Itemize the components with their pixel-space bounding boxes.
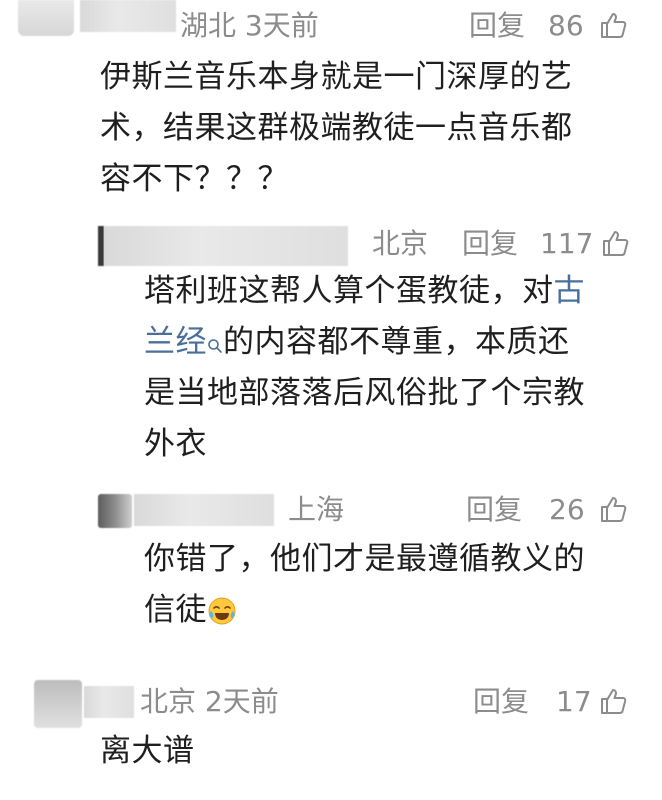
face-with-tears-of-joy-emoji [207, 591, 237, 625]
keyword-link[interactable]: 古 [554, 273, 586, 309]
username-redacted[interactable] [104, 226, 348, 266]
like-count: 26 [549, 493, 585, 526]
username-redacted[interactable] [84, 686, 134, 718]
keyword-link[interactable]: 兰经 [144, 324, 207, 360]
comment-location-time: 北京 2天前 [140, 685, 279, 718]
reply-button[interactable]: 回复 [466, 496, 522, 524]
like-count: 86 [548, 9, 584, 42]
reply-button[interactable]: 回复 [469, 12, 525, 40]
search-icon[interactable] [207, 319, 223, 353]
comment-list: 湖北 3天前 回复 86 伊斯兰音乐本身就是一门深厚的艺 术，结果这群极端教徒一… [0, 0, 662, 800]
thumbs-up-icon[interactable] [598, 494, 628, 524]
reply-button[interactable]: 回复 [462, 230, 518, 258]
comment-location: 上海 [288, 493, 345, 526]
avatar[interactable] [34, 680, 82, 728]
like-count: 17 [556, 685, 592, 718]
username-redacted[interactable] [80, 0, 176, 32]
thumbs-up-icon[interactable] [598, 10, 628, 40]
comment-location-time: 湖北 3天前 [180, 9, 319, 42]
comment-body: 伊斯兰音乐本身就是一门深厚的艺 术，结果这群极端教徒一点音乐都 容不下？？？ [100, 59, 573, 197]
thumbs-up-icon[interactable] [598, 686, 628, 716]
comment-body: 你错了，他们才是最遵循教义的 信徒 [144, 541, 585, 628]
avatar[interactable] [98, 494, 132, 528]
avatar[interactable] [18, 0, 74, 36]
thumbs-up-icon[interactable] [600, 228, 630, 258]
comment-location: 北京 [372, 227, 429, 260]
like-count: 117 [540, 227, 594, 260]
reply-button[interactable]: 回复 [473, 688, 529, 716]
comment-body: 塔利班这帮人算个蛋教徒，对古 兰经 的内容都不尊重，本质还 是当地部落落后风俗批了… [144, 273, 586, 462]
comment-body: 离大谱 [100, 733, 195, 769]
username-redacted[interactable] [134, 494, 274, 526]
